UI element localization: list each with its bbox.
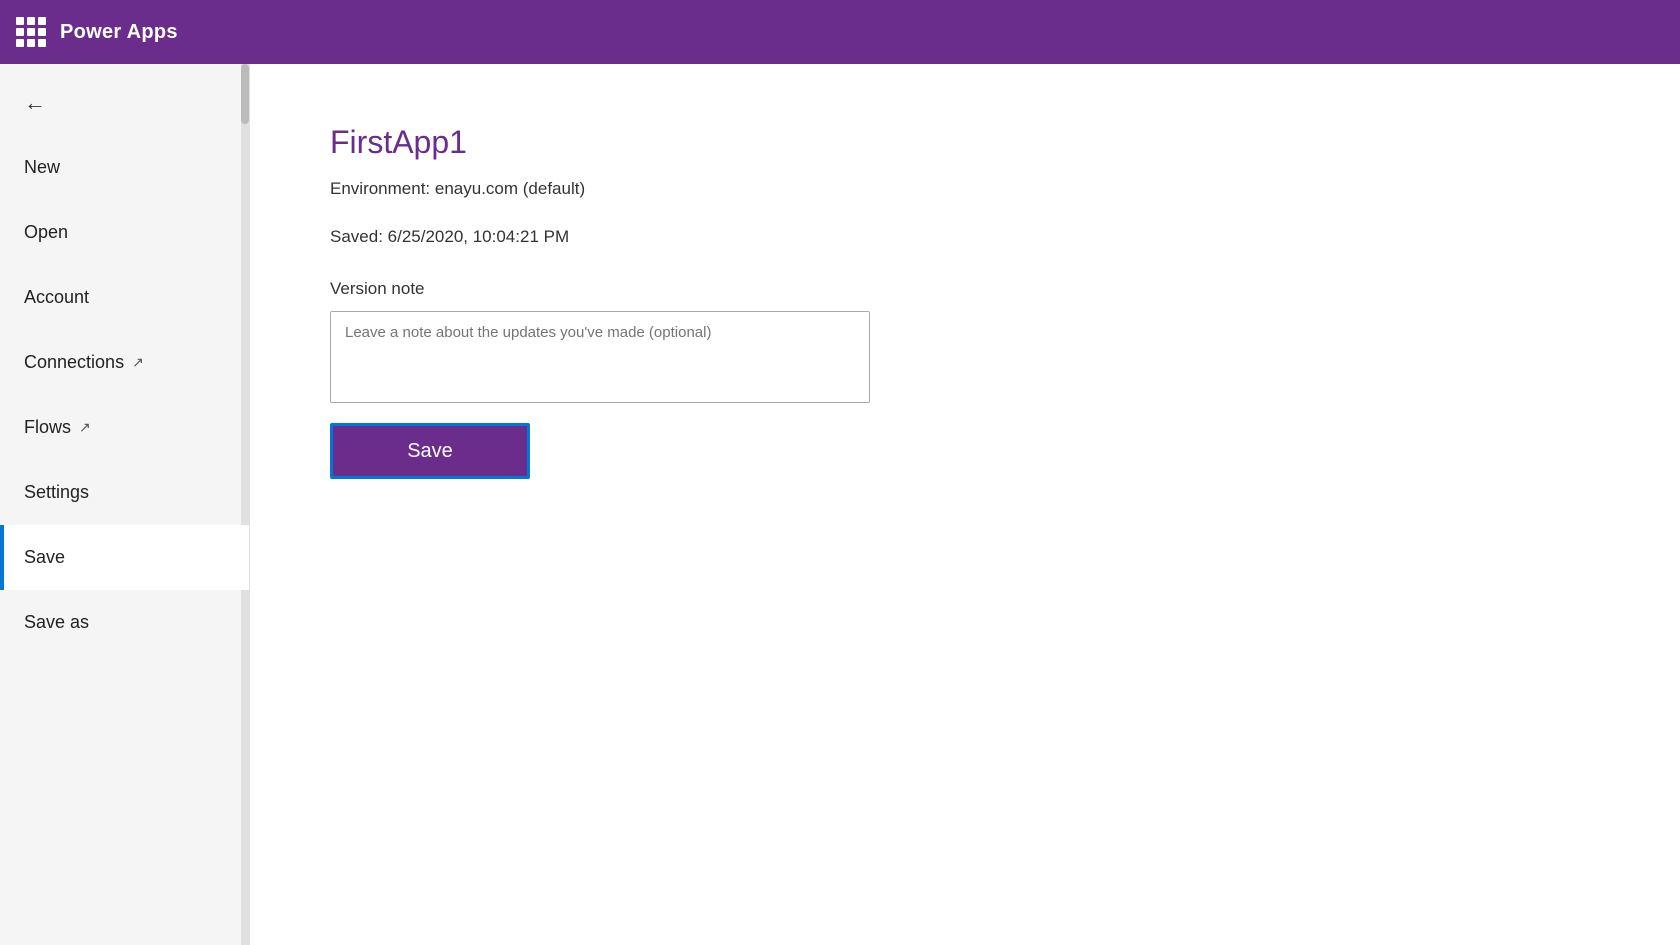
sidebar-item-open[interactable]: Open: [0, 200, 249, 265]
external-link-icon: ↗: [132, 354, 144, 371]
saved-timestamp: Saved: 6/25/2020, 10:04:21 PM: [330, 227, 1600, 247]
grid-icon[interactable]: [16, 17, 46, 47]
external-link-icon-flows: ↗: [79, 419, 91, 436]
app-name-heading: FirstApp1: [330, 124, 1600, 161]
topbar: Power Apps: [0, 0, 1680, 64]
sidebar-item-save[interactable]: Save: [0, 525, 249, 590]
content-area: FirstApp1 Environment: enayu.com (defaul…: [250, 64, 1680, 945]
sidebar-item-flows[interactable]: Flows ↗: [0, 395, 249, 460]
sidebar-item-account-label: Account: [24, 287, 89, 308]
back-button[interactable]: ←: [0, 64, 249, 135]
back-arrow-icon: ←: [24, 90, 46, 115]
sidebar-item-connections-label: Connections: [24, 352, 124, 373]
environment-text: Environment: enayu.com (default): [330, 179, 1600, 199]
main-area: ← New Open Account Connections ↗ Flows ↗: [0, 64, 1680, 945]
app-title: Power Apps: [60, 21, 178, 44]
sidebar-item-save-label: Save: [24, 547, 65, 568]
sidebar-item-account[interactable]: Account: [0, 265, 249, 330]
sidebar-item-flows-label: Flows: [24, 417, 71, 438]
scrollbar-thumb: [241, 64, 249, 124]
sidebar-item-settings[interactable]: Settings: [0, 460, 249, 525]
sidebar-item-open-label: Open: [24, 222, 68, 243]
sidebar-item-connections[interactable]: Connections ↗: [0, 330, 249, 395]
save-button[interactable]: Save: [330, 423, 530, 479]
sidebar-item-new-label: New: [24, 157, 60, 178]
sidebar-item-settings-label: Settings: [24, 482, 89, 503]
version-note-label: Version note: [330, 279, 1600, 299]
sidebar: ← New Open Account Connections ↗ Flows ↗: [0, 64, 250, 945]
sidebar-item-new[interactable]: New: [0, 135, 249, 200]
sidebar-nav: New Open Account Connections ↗ Flows ↗ S…: [0, 135, 249, 945]
sidebar-item-save-as-label: Save as: [24, 612, 89, 633]
sidebar-item-save-as[interactable]: Save as: [0, 590, 249, 655]
version-note-input[interactable]: [330, 311, 870, 403]
